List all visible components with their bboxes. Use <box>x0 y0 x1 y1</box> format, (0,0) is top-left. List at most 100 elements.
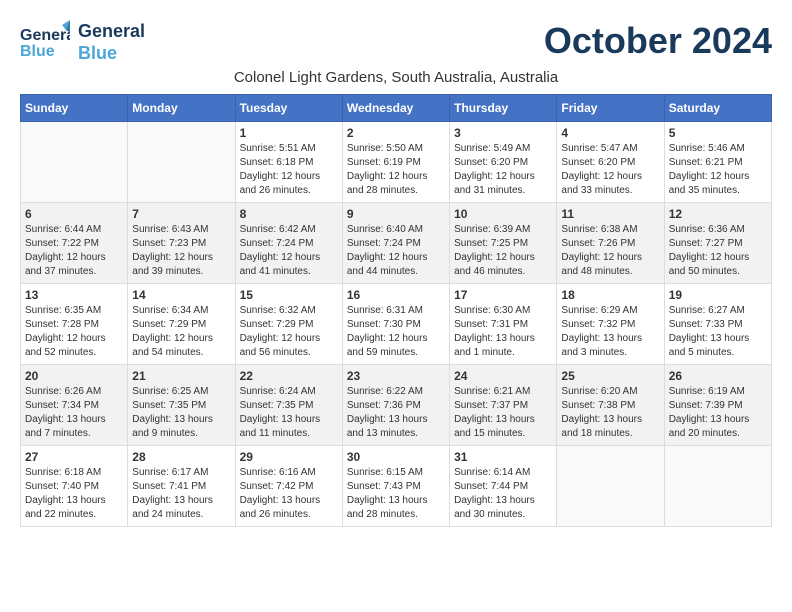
day-number: 23 <box>347 369 445 383</box>
day-number: 31 <box>454 450 552 464</box>
cell-content: Sunrise: 6:16 AMSunset: 7:42 PMDaylight:… <box>240 466 338 522</box>
week-row-2: 6 Sunrise: 6:44 AMSunset: 7:22 PMDaylight… <box>21 203 772 284</box>
cell-content: Sunrise: 6:20 AMSunset: 7:38 PMDaylight:… <box>561 385 659 441</box>
cell-content: Sunrise: 6:35 AMSunset: 7:28 PMDaylight:… <box>25 304 123 360</box>
cell-content: Sunrise: 5:47 AMSunset: 6:20 PMDaylight:… <box>561 142 659 198</box>
calendar-cell: 20 Sunrise: 6:26 AMSunset: 7:34 PMDayligh… <box>21 365 128 446</box>
calendar-cell: 5 Sunrise: 5:46 AMSunset: 6:21 PMDaylight… <box>664 122 771 203</box>
cell-content: Sunrise: 6:38 AMSunset: 7:26 PMDaylight:… <box>561 223 659 279</box>
day-number: 20 <box>25 369 123 383</box>
logo-line1: General <box>78 21 145 43</box>
day-number: 25 <box>561 369 659 383</box>
day-number: 10 <box>454 207 552 221</box>
svg-text:Blue: Blue <box>20 43 55 60</box>
cell-content: Sunrise: 6:31 AMSunset: 7:30 PMDaylight:… <box>347 304 445 360</box>
col-header-thursday: Thursday <box>450 95 557 122</box>
calendar-table: SundayMondayTuesdayWednesdayThursdayFrid… <box>20 94 772 527</box>
cell-content: Sunrise: 6:21 AMSunset: 7:37 PMDaylight:… <box>454 385 552 441</box>
calendar-cell: 28Sunrise: 6:17 AMSunset: 7:41 PMDayligh… <box>128 446 235 527</box>
week-row-5: 27 Sunrise: 6:18 AMSunset: 7:40 PMDayligh… <box>21 446 772 527</box>
calendar-cell <box>557 446 664 527</box>
cell-content: Sunrise: 6:36 AMSunset: 7:27 PMDaylight:… <box>669 223 767 279</box>
calendar-cell: 4 Sunrise: 5:47 AMSunset: 6:20 PMDaylight… <box>557 122 664 203</box>
day-number: 26 <box>669 369 767 383</box>
col-header-saturday: Saturday <box>664 95 771 122</box>
day-number: 21 <box>132 369 230 383</box>
day-number: 8 <box>240 207 338 221</box>
logo-icon: General Blue <box>20 20 70 65</box>
cell-content: Sunrise: 6:32 AMSunset: 7:29 PMDaylight:… <box>240 304 338 360</box>
cell-content: Sunrise: 6:34 AMSunset: 7:29 PMDaylight:… <box>132 304 230 360</box>
cell-content: Sunrise: 6:26 AMSunset: 7:34 PMDaylight:… <box>25 385 123 441</box>
day-number: 30 <box>347 450 445 464</box>
col-header-tuesday: Tuesday <box>235 95 342 122</box>
page-header: General Blue General Blue October 2024 <box>20 20 772 65</box>
day-number: 4 <box>561 126 659 140</box>
calendar-cell: 27 Sunrise: 6:18 AMSunset: 7:40 PMDayligh… <box>21 446 128 527</box>
calendar-cell: 31 Sunrise: 6:14 AMSunset: 7:44 PMDayligh… <box>450 446 557 527</box>
day-number: 9 <box>347 207 445 221</box>
cell-content: Sunrise: 5:46 AMSunset: 6:21 PMDaylight:… <box>669 142 767 198</box>
calendar-cell: 8Sunrise: 6:42 AMSunset: 7:24 PMDaylight… <box>235 203 342 284</box>
calendar-cell <box>664 446 771 527</box>
subtitle: Colonel Light Gardens, South Australia, … <box>20 69 772 86</box>
calendar-cell: 1Sunrise: 5:51 AMSunset: 6:18 PMDaylight… <box>235 122 342 203</box>
calendar-cell: 16 Sunrise: 6:31 AMSunset: 7:30 PMDayligh… <box>342 284 449 365</box>
day-number: 6 <box>25 207 123 221</box>
day-number: 18 <box>561 288 659 302</box>
day-number: 24 <box>454 369 552 383</box>
cell-content: Sunrise: 6:15 AMSunset: 7:43 PMDaylight:… <box>347 466 445 522</box>
cell-content: Sunrise: 5:49 AMSunset: 6:20 PMDaylight:… <box>454 142 552 198</box>
header-row: SundayMondayTuesdayWednesdayThursdayFrid… <box>21 95 772 122</box>
calendar-cell: 3 Sunrise: 5:49 AMSunset: 6:20 PMDaylight… <box>450 122 557 203</box>
calendar-cell: 25 Sunrise: 6:20 AMSunset: 7:38 PMDayligh… <box>557 365 664 446</box>
calendar-cell: 13Sunrise: 6:35 AMSunset: 7:28 PMDayligh… <box>21 284 128 365</box>
cell-content: Sunrise: 6:39 AMSunset: 7:25 PMDaylight:… <box>454 223 552 279</box>
calendar-cell: 18 Sunrise: 6:29 AMSunset: 7:32 PMDayligh… <box>557 284 664 365</box>
main-title: October 2024 <box>544 20 772 62</box>
calendar-cell: 19 Sunrise: 6:27 AMSunset: 7:33 PMDayligh… <box>664 284 771 365</box>
week-row-1: 1Sunrise: 5:51 AMSunset: 6:18 PMDaylight… <box>21 122 772 203</box>
day-number: 12 <box>669 207 767 221</box>
week-row-4: 20 Sunrise: 6:26 AMSunset: 7:34 PMDayligh… <box>21 365 772 446</box>
calendar-cell: 2Sunrise: 5:50 AMSunset: 6:19 PMDaylight… <box>342 122 449 203</box>
cell-content: Sunrise: 6:25 AMSunset: 7:35 PMDaylight:… <box>132 385 230 441</box>
day-number: 27 <box>25 450 123 464</box>
day-number: 11 <box>561 207 659 221</box>
svg-text:General: General <box>20 27 70 44</box>
calendar-cell: 14Sunrise: 6:34 AMSunset: 7:29 PMDayligh… <box>128 284 235 365</box>
calendar-cell: 7Sunrise: 6:43 AMSunset: 7:23 PMDaylight… <box>128 203 235 284</box>
calendar-cell: 21 Sunrise: 6:25 AMSunset: 7:35 PMDayligh… <box>128 365 235 446</box>
logo: General Blue General Blue <box>20 20 145 65</box>
col-header-sunday: Sunday <box>21 95 128 122</box>
cell-content: Sunrise: 6:18 AMSunset: 7:40 PMDaylight:… <box>25 466 123 522</box>
cell-content: Sunrise: 6:27 AMSunset: 7:33 PMDaylight:… <box>669 304 767 360</box>
cell-content: Sunrise: 6:40 AMSunset: 7:24 PMDaylight:… <box>347 223 445 279</box>
cell-content: Sunrise: 6:29 AMSunset: 7:32 PMDaylight:… <box>561 304 659 360</box>
col-header-wednesday: Wednesday <box>342 95 449 122</box>
day-number: 3 <box>454 126 552 140</box>
day-number: 15 <box>240 288 338 302</box>
cell-content: Sunrise: 6:22 AMSunset: 7:36 PMDaylight:… <box>347 385 445 441</box>
calendar-cell: 17Sunrise: 6:30 AMSunset: 7:31 PMDayligh… <box>450 284 557 365</box>
day-number: 5 <box>669 126 767 140</box>
day-number: 22 <box>240 369 338 383</box>
day-number: 19 <box>669 288 767 302</box>
calendar-cell: 24 Sunrise: 6:21 AMSunset: 7:37 PMDayligh… <box>450 365 557 446</box>
day-number: 2 <box>347 126 445 140</box>
col-header-monday: Monday <box>128 95 235 122</box>
cell-content: Sunrise: 6:44 AMSunset: 7:22 PMDaylight:… <box>25 223 123 279</box>
calendar-cell: 29 Sunrise: 6:16 AMSunset: 7:42 PMDayligh… <box>235 446 342 527</box>
cell-content: Sunrise: 6:14 AMSunset: 7:44 PMDaylight:… <box>454 466 552 522</box>
title-section: October 2024 <box>544 20 772 62</box>
day-number: 29 <box>240 450 338 464</box>
cell-content: Sunrise: 6:17 AMSunset: 7:41 PMDaylight:… <box>132 466 230 522</box>
day-number: 16 <box>347 288 445 302</box>
calendar-cell <box>128 122 235 203</box>
logo-line2: Blue <box>78 43 145 65</box>
col-header-friday: Friday <box>557 95 664 122</box>
calendar-cell: 12 Sunrise: 6:36 AMSunset: 7:27 PMDayligh… <box>664 203 771 284</box>
calendar-cell: 15 Sunrise: 6:32 AMSunset: 7:29 PMDayligh… <box>235 284 342 365</box>
cell-content: Sunrise: 6:19 AMSunset: 7:39 PMDaylight:… <box>669 385 767 441</box>
calendar-cell: 10 Sunrise: 6:39 AMSunset: 7:25 PMDayligh… <box>450 203 557 284</box>
